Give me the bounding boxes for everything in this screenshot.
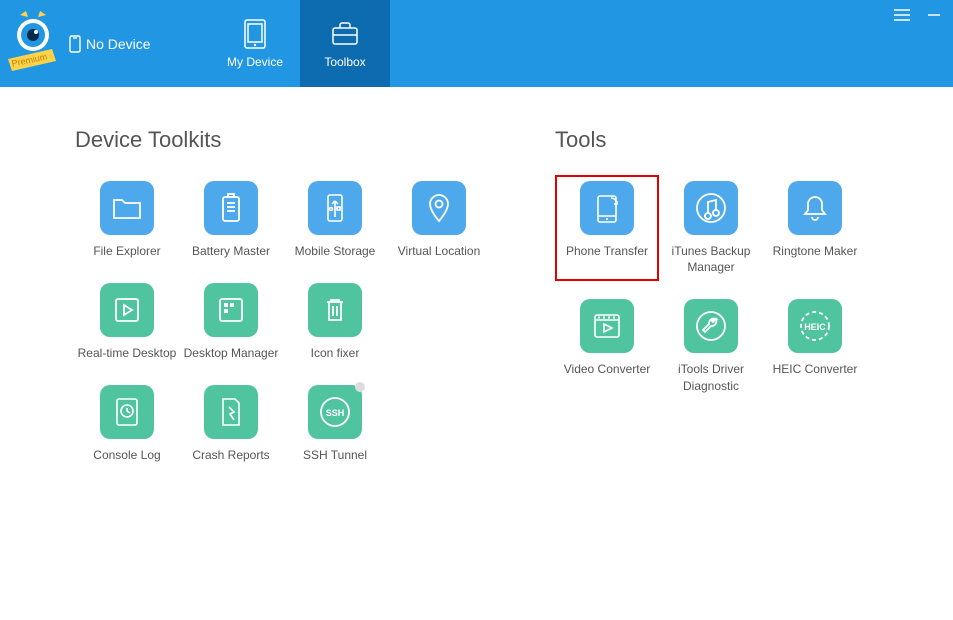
- device-status-text: No Device: [86, 36, 151, 52]
- tile-label: File Explorer: [93, 243, 160, 259]
- device-toolkits-section: Device Toolkits File Explorer Battery Ma…: [75, 127, 495, 488]
- window-controls: [893, 6, 943, 24]
- tile-label: Icon fixer: [311, 345, 360, 361]
- tile-label: iTunes Backup Manager: [659, 243, 763, 275]
- tile-desktop-manager[interactable]: Desktop Manager: [179, 283, 283, 361]
- tile-label: Video Converter: [564, 361, 651, 377]
- tile-label: HEIC Converter: [773, 361, 858, 377]
- trash-icon: [308, 283, 362, 337]
- tools-grid: Phone Transfer iTunes Backup Manager Rin…: [555, 181, 895, 418]
- app-logo: Premium: [8, 9, 58, 79]
- menu-button[interactable]: [893, 6, 911, 24]
- crash-doc-icon: [204, 385, 258, 439]
- tile-mobile-storage[interactable]: Mobile Storage: [283, 181, 387, 259]
- tile-virtual-location[interactable]: Virtual Location: [387, 181, 491, 259]
- minimize-button[interactable]: [925, 6, 943, 24]
- wrench-icon: [684, 299, 738, 353]
- tab-my-device[interactable]: My Device: [210, 0, 300, 87]
- logo-area: Premium No Device: [0, 0, 210, 87]
- tile-label: SSH Tunnel: [303, 447, 367, 463]
- device-status: No Device: [68, 35, 151, 53]
- tile-label: Battery Master: [192, 243, 270, 259]
- tile-ssh-tunnel[interactable]: SSH SSH Tunnel: [283, 385, 387, 463]
- tile-ringtone-maker[interactable]: Ringtone Maker: [763, 181, 867, 275]
- tile-video-converter[interactable]: Video Converter: [555, 299, 659, 393]
- music-note-icon: [684, 181, 738, 235]
- clock-doc-icon: [100, 385, 154, 439]
- tile-console-log[interactable]: Console Log: [75, 385, 179, 463]
- main-content: Device Toolkits File Explorer Battery Ma…: [0, 87, 953, 508]
- usb-icon: [308, 181, 362, 235]
- transfer-icon: [580, 181, 634, 235]
- device-tab-icon: [240, 19, 270, 49]
- grid-icon: [204, 283, 258, 337]
- tile-phone-transfer[interactable]: Phone Transfer: [555, 175, 659, 281]
- ssh-icon: SSH: [308, 385, 362, 439]
- tile-itunes-backup[interactable]: iTunes Backup Manager: [659, 181, 763, 275]
- tile-label: Crash Reports: [192, 447, 269, 463]
- app-header: Premium No Device My Device: [0, 0, 953, 87]
- section-title-toolkits: Device Toolkits: [75, 127, 495, 153]
- svg-text:HEIC: HEIC: [804, 322, 826, 332]
- tile-battery-master[interactable]: Battery Master: [179, 181, 283, 259]
- tile-label: Ringtone Maker: [773, 243, 858, 259]
- tile-driver-diagnostic[interactable]: iTools Driver Diagnostic: [659, 299, 763, 393]
- tile-file-explorer[interactable]: File Explorer: [75, 181, 179, 259]
- tile-label: Virtual Location: [398, 243, 481, 259]
- heic-icon: HEIC: [788, 299, 842, 353]
- film-icon: [580, 299, 634, 353]
- tools-section: Tools Phone Transfer iTunes Backup Manag…: [555, 127, 895, 488]
- toolbox-tab-icon: [330, 19, 360, 49]
- top-tabs: My Device Toolbox: [210, 0, 390, 87]
- battery-icon: [204, 181, 258, 235]
- tab-label: My Device: [227, 55, 283, 69]
- tile-label: Mobile Storage: [295, 243, 376, 259]
- tile-label: Phone Transfer: [566, 243, 648, 259]
- tile-label: Real-time Desktop: [78, 345, 177, 361]
- tile-label: Console Log: [93, 447, 160, 463]
- bell-icon: [788, 181, 842, 235]
- svg-text:SSH: SSH: [326, 408, 345, 418]
- phone-icon: [68, 35, 82, 53]
- toolkits-grid: File Explorer Battery Master Mobile Stor…: [75, 181, 495, 488]
- tile-label: Desktop Manager: [184, 345, 279, 361]
- play-icon: [100, 283, 154, 337]
- tile-label: iTools Driver Diagnostic: [659, 361, 763, 393]
- tile-icon-fixer[interactable]: Icon fixer: [283, 283, 387, 361]
- tile-crash-reports[interactable]: Crash Reports: [179, 385, 283, 463]
- location-icon: [412, 181, 466, 235]
- section-title-tools: Tools: [555, 127, 895, 153]
- folder-icon: [100, 181, 154, 235]
- tab-toolbox[interactable]: Toolbox: [300, 0, 390, 87]
- tab-label: Toolbox: [324, 55, 365, 69]
- tile-realtime-desktop[interactable]: Real-time Desktop: [75, 283, 179, 361]
- tile-heic-converter[interactable]: HEIC HEIC Converter: [763, 299, 867, 393]
- notification-dot: [355, 382, 365, 392]
